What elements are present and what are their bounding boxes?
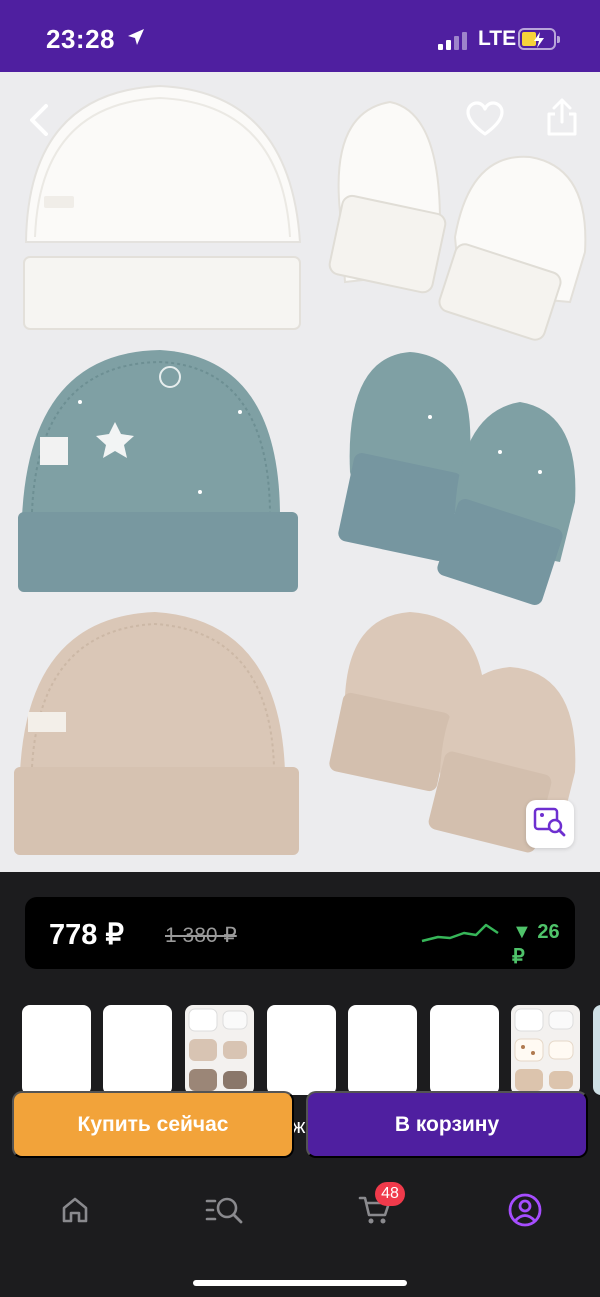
catalog-search-icon[interactable]: [205, 1190, 245, 1230]
product-photo: [14, 84, 587, 855]
home-indicator: [193, 1280, 407, 1286]
obscured-text: ж: [292, 1116, 306, 1138]
price-card[interactable]: 778 ₽ 1 380 ₽ ▼ 26 ₽: [25, 897, 575, 969]
heart-icon[interactable]: [465, 100, 505, 143]
profile-icon[interactable]: [505, 1190, 545, 1230]
buy-now-button[interactable]: Купить сейчас: [12, 1091, 294, 1158]
image-search-icon: [533, 807, 567, 842]
cart-count-badge: 48: [375, 1182, 405, 1206]
signal-icon: [438, 30, 470, 50]
share-icon[interactable]: [543, 96, 581, 143]
variant-thumbnail[interactable]: [22, 1005, 91, 1095]
home-icon[interactable]: [55, 1190, 95, 1230]
variant-thumbnail[interactable]: [593, 1005, 600, 1095]
variant-thumbnail[interactable]: [267, 1005, 336, 1095]
variant-selector[interactable]: [0, 1005, 600, 1095]
chevron-left-icon[interactable]: [22, 100, 58, 145]
price-change: ▼ 26 ₽: [512, 921, 560, 968]
bottom-tab-bar: 48: [0, 1170, 600, 1297]
current-price: 778 ₽: [49, 919, 124, 951]
variant-thumbnail[interactable]: [103, 1005, 172, 1095]
battery-icon: [518, 28, 560, 50]
image-search-button[interactable]: [526, 800, 574, 848]
status-time: 23:28: [46, 24, 115, 54]
variant-thumbnail[interactable]: [511, 1005, 580, 1095]
status-bar: 23:28 LTE: [0, 0, 600, 72]
network-type: LTE: [478, 27, 517, 50]
old-price: 1 380 ₽: [165, 924, 237, 947]
variant-thumbnail[interactable]: [430, 1005, 499, 1095]
price-history-sparkline: [421, 923, 499, 943]
add-to-cart-button[interactable]: В корзину: [306, 1091, 588, 1158]
location-arrow-icon: [126, 27, 146, 52]
variant-thumbnail[interactable]: [185, 1005, 254, 1095]
product-image-gallery[interactable]: [0, 72, 600, 872]
variant-thumbnail[interactable]: [348, 1005, 417, 1095]
action-bar: ж Купить сейчас В корзину: [0, 1090, 600, 1160]
